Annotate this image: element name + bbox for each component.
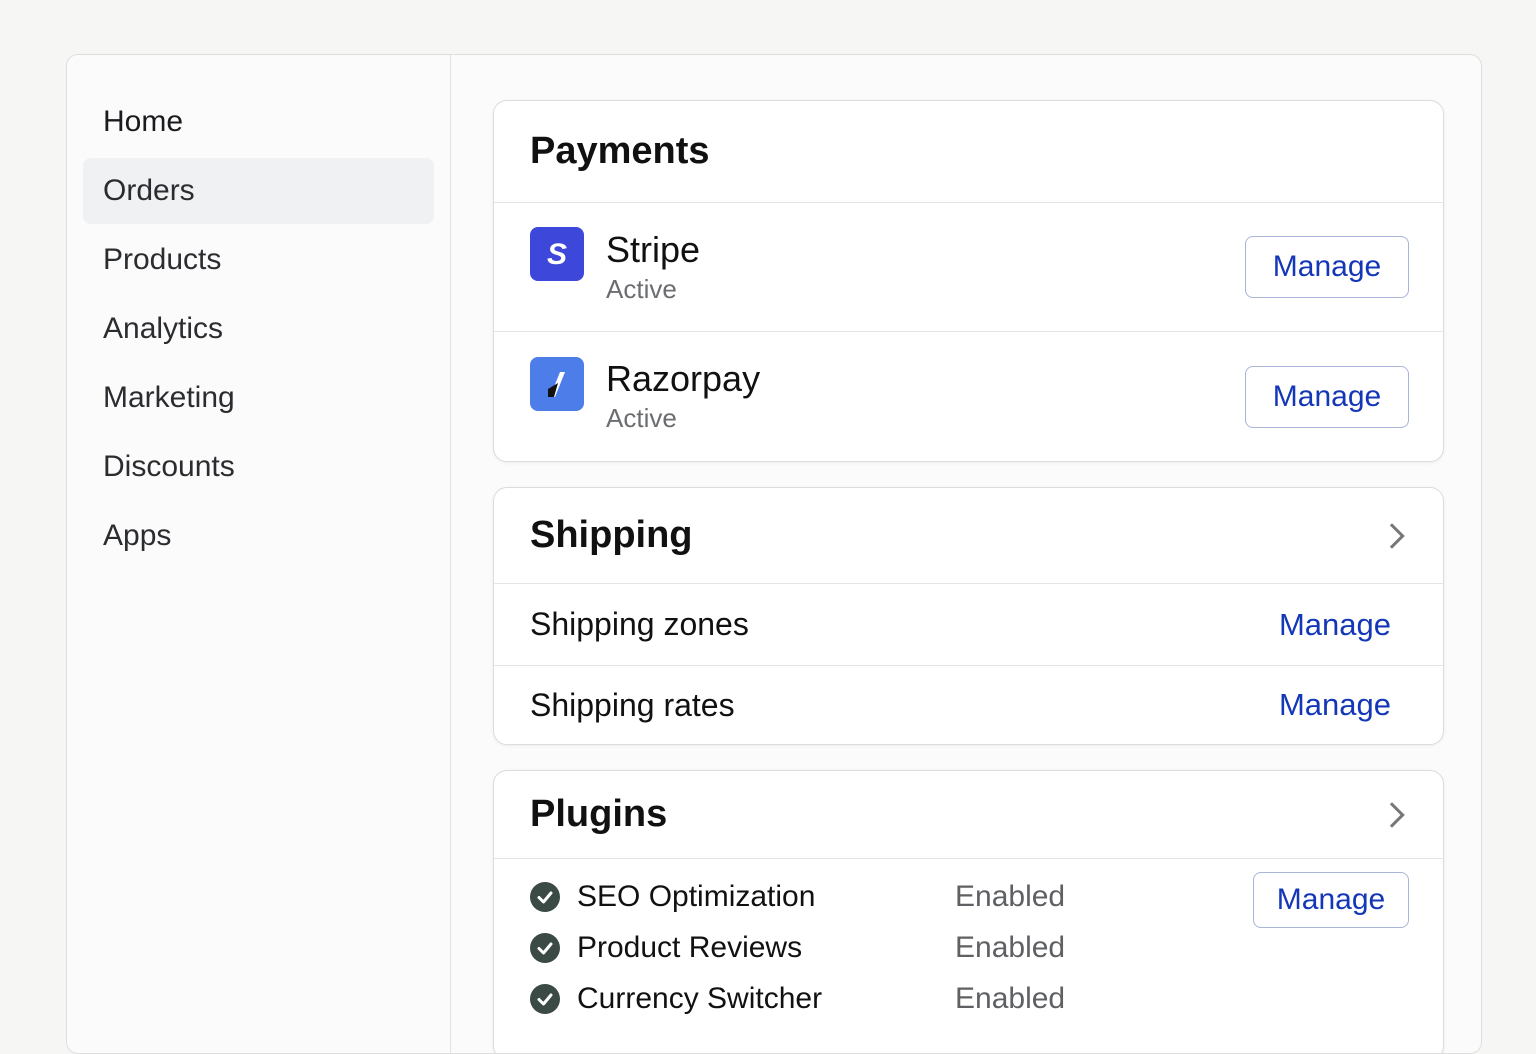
shipping-card: Shipping Shipping zones Manage Shipping …	[493, 487, 1444, 745]
check-circle-icon	[530, 932, 560, 963]
payments-card: Payments S Stripe Active Manage Razorpay…	[493, 100, 1444, 462]
app-window: Home Orders Products Analytics Marketing…	[66, 54, 1482, 1054]
manage-shipping-zones-link[interactable]: Manage	[1279, 607, 1391, 643]
sidebar-item-orders[interactable]: Orders	[83, 158, 434, 224]
plugins-title: Plugins	[530, 793, 668, 835]
manage-shipping-rates-link[interactable]: Manage	[1279, 687, 1391, 723]
sidebar: Home Orders Products Analytics Marketing…	[67, 55, 451, 1053]
svg-text:S: S	[547, 238, 567, 271]
sidebar-item-apps[interactable]: Apps	[83, 503, 434, 569]
provider-info: Razorpay Active	[606, 359, 1245, 434]
manage-plugins-button[interactable]: Manage	[1253, 872, 1409, 928]
sidebar-item-home[interactable]: Home	[83, 89, 434, 155]
plugins-list: SEO Optimization Enabled Product Reviews…	[494, 859, 1443, 1053]
check-circle-icon	[530, 983, 560, 1014]
manage-razorpay-button[interactable]: Manage	[1245, 365, 1409, 428]
shipping-header[interactable]: Shipping	[494, 488, 1443, 584]
provider-row-stripe: S Stripe Active Manage	[494, 203, 1443, 332]
provider-status: Active	[606, 403, 677, 433]
plugin-status: Enabled	[955, 930, 1066, 964]
razorpay-logo-icon	[530, 356, 584, 411]
shipping-rates-row: Shipping rates Manage	[494, 666, 1443, 744]
main-content: Payments S Stripe Active Manage Razorpay…	[451, 55, 1481, 1053]
sidebar-item-analytics[interactable]: Analytics	[83, 296, 434, 362]
sidebar-item-marketing[interactable]: Marketing	[83, 365, 434, 431]
plugins-header[interactable]: Plugins	[494, 771, 1443, 859]
sidebar-item-products[interactable]: Products	[83, 227, 434, 293]
provider-info: Stripe Active	[606, 228, 1245, 305]
sidebar-item-discounts[interactable]: Discounts	[83, 434, 434, 500]
shipping-zones-label: Shipping zones	[530, 606, 749, 642]
shipping-zones-row: Shipping zones Manage	[494, 584, 1443, 666]
plugin-item: Currency Switcher Enabled	[530, 973, 1443, 1024]
shipping-title: Shipping	[530, 514, 693, 556]
plugin-item: Product Reviews Enabled	[530, 922, 1443, 973]
provider-row-razorpay: Razorpay Active Manage	[494, 332, 1443, 461]
plugin-name: SEO Optimization	[577, 879, 816, 913]
stripe-logo-icon: S	[530, 227, 584, 281]
provider-status: Active	[606, 273, 677, 304]
plugin-status: Enabled	[955, 981, 1066, 1015]
check-circle-icon	[530, 881, 560, 912]
shipping-rates-label: Shipping rates	[530, 686, 735, 723]
provider-name: Stripe	[606, 228, 701, 270]
payments-title: Payments	[530, 130, 710, 172]
provider-name: Razorpay	[606, 358, 761, 399]
payments-header: Payments	[494, 101, 1443, 203]
chevron-right-icon[interactable]	[1379, 801, 1405, 828]
plugin-name: Product Reviews	[577, 930, 803, 964]
chevron-right-icon[interactable]	[1379, 522, 1405, 549]
plugin-name: Currency Switcher	[577, 981, 823, 1015]
plugins-card: Plugins SEO Optimization Enabled Product…	[493, 770, 1444, 1053]
manage-stripe-button[interactable]: Manage	[1245, 236, 1409, 298]
plugin-status: Enabled	[955, 879, 1066, 913]
